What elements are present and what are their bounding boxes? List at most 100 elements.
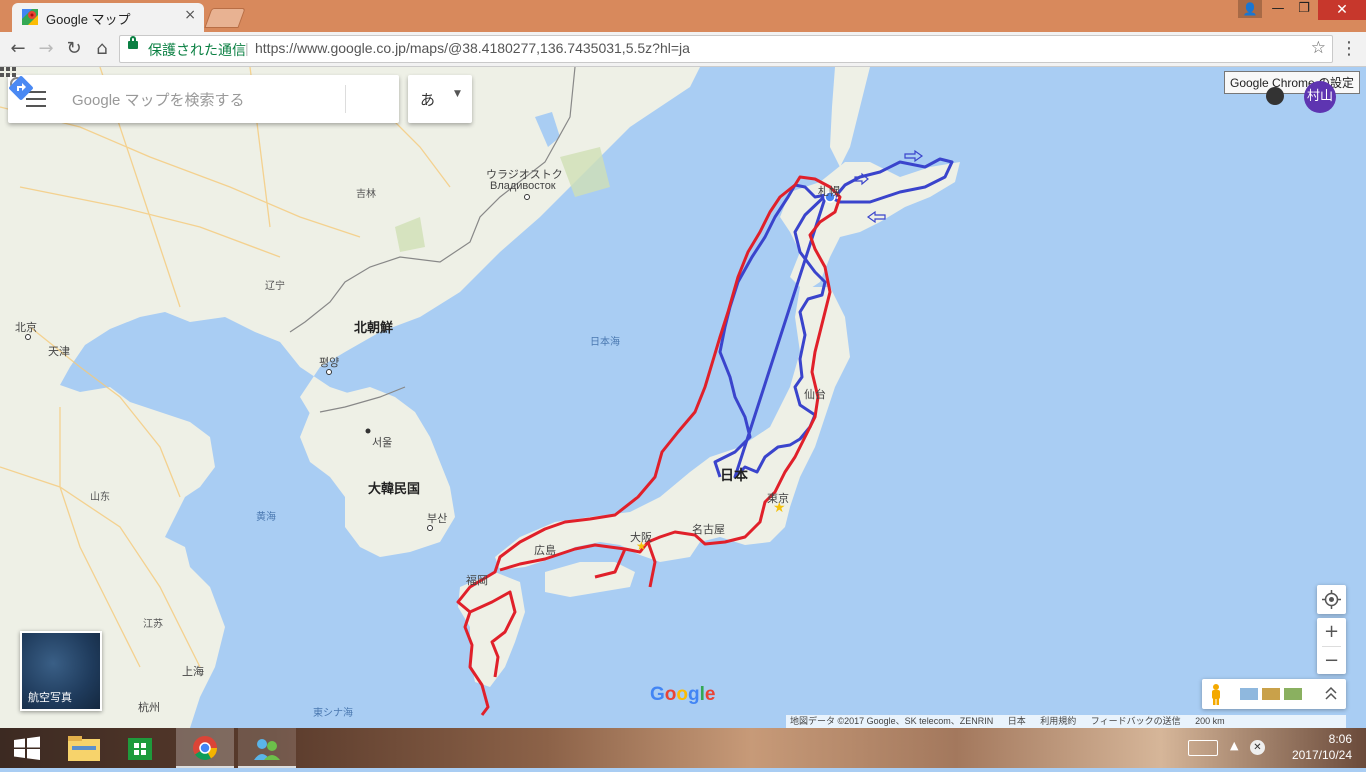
browser-toolbar: ← → ↻ ⌂ 保護された通信 | https://www.google.co.… <box>0 32 1366 67</box>
province-label: 辽宁 <box>265 281 285 292</box>
expand-chevron-icon[interactable] <box>1325 686 1337 700</box>
address-bar[interactable]: 保護された通信 | https://www.google.co.jp/maps/… <box>119 35 1333 63</box>
city-label: 杭州 <box>138 702 160 714</box>
province-label: 吉林 <box>356 189 376 200</box>
city-label: Владивосток <box>490 180 556 192</box>
map-data-credit: 地図データ ©2017 Google、SK telecom、ZENRIN <box>790 716 994 726</box>
photo-thumbnail-icon[interactable] <box>1284 688 1302 700</box>
sakhalin-land <box>830 67 870 167</box>
city-marker-icon <box>524 194 530 200</box>
lock-icon <box>128 36 138 49</box>
divider <box>345 85 346 113</box>
home-icon[interactable]: ⌂ <box>90 37 114 61</box>
windows-taskbar: ▲ ✕ 8:06 2017/10/24 <box>0 728 1366 768</box>
pegman-icon[interactable] <box>1212 684 1220 705</box>
clock-date: 2017/10/24 <box>1291 748 1352 762</box>
browser-tab[interactable]: Google マップ × <box>12 3 204 32</box>
map-attribution-bar: 地図データ ©2017 Google、SK telecom、ZENRIN 日本 … <box>786 715 1346 728</box>
bookmark-star-icon[interactable]: ☆ <box>1311 38 1326 58</box>
country-label: 大韓民国 <box>368 481 421 496</box>
earth-thumbnail-icon[interactable] <box>1262 688 1280 700</box>
sea-label: 東シナ海 <box>313 708 353 719</box>
terrain-thumbnail-icon[interactable] <box>1240 688 1258 700</box>
keyboard-icon[interactable] <box>1188 740 1218 756</box>
new-tab-button[interactable] <box>204 8 246 28</box>
store-icon[interactable] <box>112 728 168 768</box>
city-marker-icon <box>25 334 31 340</box>
city-label: 広島 <box>534 545 556 557</box>
avatar[interactable]: 村山 <box>1304 81 1336 113</box>
direction-arrow-icon <box>904 149 924 163</box>
tray-chevron-up-icon[interactable]: ▲ <box>1230 739 1238 752</box>
notification-bell-icon[interactable] <box>1266 87 1284 105</box>
zoom-in-button[interactable]: + <box>1317 618 1346 645</box>
city-marker-icon <box>365 428 371 434</box>
chrome-taskbar-icon[interactable] <box>176 728 234 768</box>
my-location-button[interactable] <box>1317 585 1346 614</box>
satellite-toggle[interactable]: 航空写真 <box>20 631 102 711</box>
search-input[interactable] <box>70 87 304 113</box>
terms-link[interactable]: 利用規約 <box>1040 716 1076 726</box>
file-explorer-icon[interactable] <box>56 728 112 768</box>
country-label: 日本 <box>720 467 748 483</box>
sea-label: 日本海 <box>590 337 620 348</box>
chrome-menu-icon[interactable]: ⋮ <box>1338 37 1360 61</box>
korean-peninsula-land <box>300 387 455 557</box>
url-text[interactable]: https://www.google.co.jp/maps/@38.418027… <box>255 40 690 56</box>
province-label: 山东 <box>90 492 110 503</box>
maximize-button[interactable]: ❐ <box>1290 0 1318 20</box>
input-tools-button[interactable]: あ ▼ <box>408 75 472 123</box>
satellite-label: 航空写真 <box>28 692 72 704</box>
city-label: 仙台 <box>804 389 826 401</box>
divider: | <box>245 40 249 56</box>
city-label: 福岡 <box>466 575 488 587</box>
ime-label: あ <box>420 91 436 109</box>
settings-tooltip: Google Chrome の設定 <box>1224 71 1361 94</box>
system-clock[interactable]: 8:06 2017/10/24 <box>1292 731 1352 763</box>
layers-control <box>1202 679 1346 709</box>
secure-label: 保護された通信 <box>148 42 246 58</box>
minimize-button[interactable]: — <box>1264 0 1292 20</box>
messenger-taskbar-icon[interactable] <box>238 728 296 768</box>
windows-logo-icon <box>14 736 40 760</box>
back-arrow-icon[interactable]: ← <box>6 37 30 61</box>
city-label: 서울 <box>372 437 393 449</box>
crosshair-icon <box>1322 590 1341 609</box>
map-graphics: ★ ★ <box>0 67 960 728</box>
tab-close-icon[interactable]: × <box>184 7 196 23</box>
city-marker-icon <box>326 369 332 375</box>
clock-time: 8:06 <box>1328 732 1352 746</box>
tab-title: Google マップ <box>46 12 131 27</box>
city-label: 東京 <box>767 493 789 505</box>
zoom-out-button[interactable]: − <box>1317 647 1346 674</box>
forward-arrow-icon[interactable]: → <box>34 37 58 61</box>
reload-icon[interactable]: ↻ <box>62 37 86 61</box>
city-label: 札幌 <box>818 186 840 198</box>
city-label: 부산 <box>427 513 448 525</box>
city-label: 上海 <box>182 666 204 678</box>
search-box <box>8 75 399 123</box>
sea-label: 黄海 <box>256 512 276 523</box>
country-label: 北朝鮮 <box>354 320 394 335</box>
city-label: 名古屋 <box>692 524 725 536</box>
city-label: 평양 <box>319 357 340 369</box>
google-logo: Google <box>650 684 716 705</box>
city-label: 天津 <box>48 346 70 358</box>
map-canvas[interactable]: ★ ★ ウラジオストク Владивосток 吉林 辽宁 北京 天津 北朝鮮 … <box>0 67 1366 728</box>
scale-label[interactable]: 200 km <box>1195 716 1225 726</box>
feedback-link[interactable]: フィードバックの送信 <box>1091 716 1181 726</box>
profile-icon[interactable]: 👤 <box>1238 0 1262 18</box>
country-link[interactable]: 日本 <box>1008 716 1026 726</box>
layers-graphics <box>1212 684 1337 705</box>
google-maps-favicon-icon <box>22 9 38 25</box>
window-title-bar: Google マップ × 👤 — ❐ ✕ <box>0 0 1366 32</box>
window-close-button[interactable]: ✕ <box>1318 0 1366 20</box>
city-marker-icon <box>427 525 433 531</box>
city-label: 北京 <box>15 322 37 334</box>
apps-grid-icon[interactable] <box>0 67 16 79</box>
chevron-down-icon[interactable]: ▼ <box>454 89 461 99</box>
status-x-icon[interactable]: ✕ <box>1250 740 1265 755</box>
windows-start-button[interactable] <box>0 728 56 768</box>
shikoku-land <box>545 562 635 597</box>
zoom-control: + − <box>1317 618 1346 674</box>
